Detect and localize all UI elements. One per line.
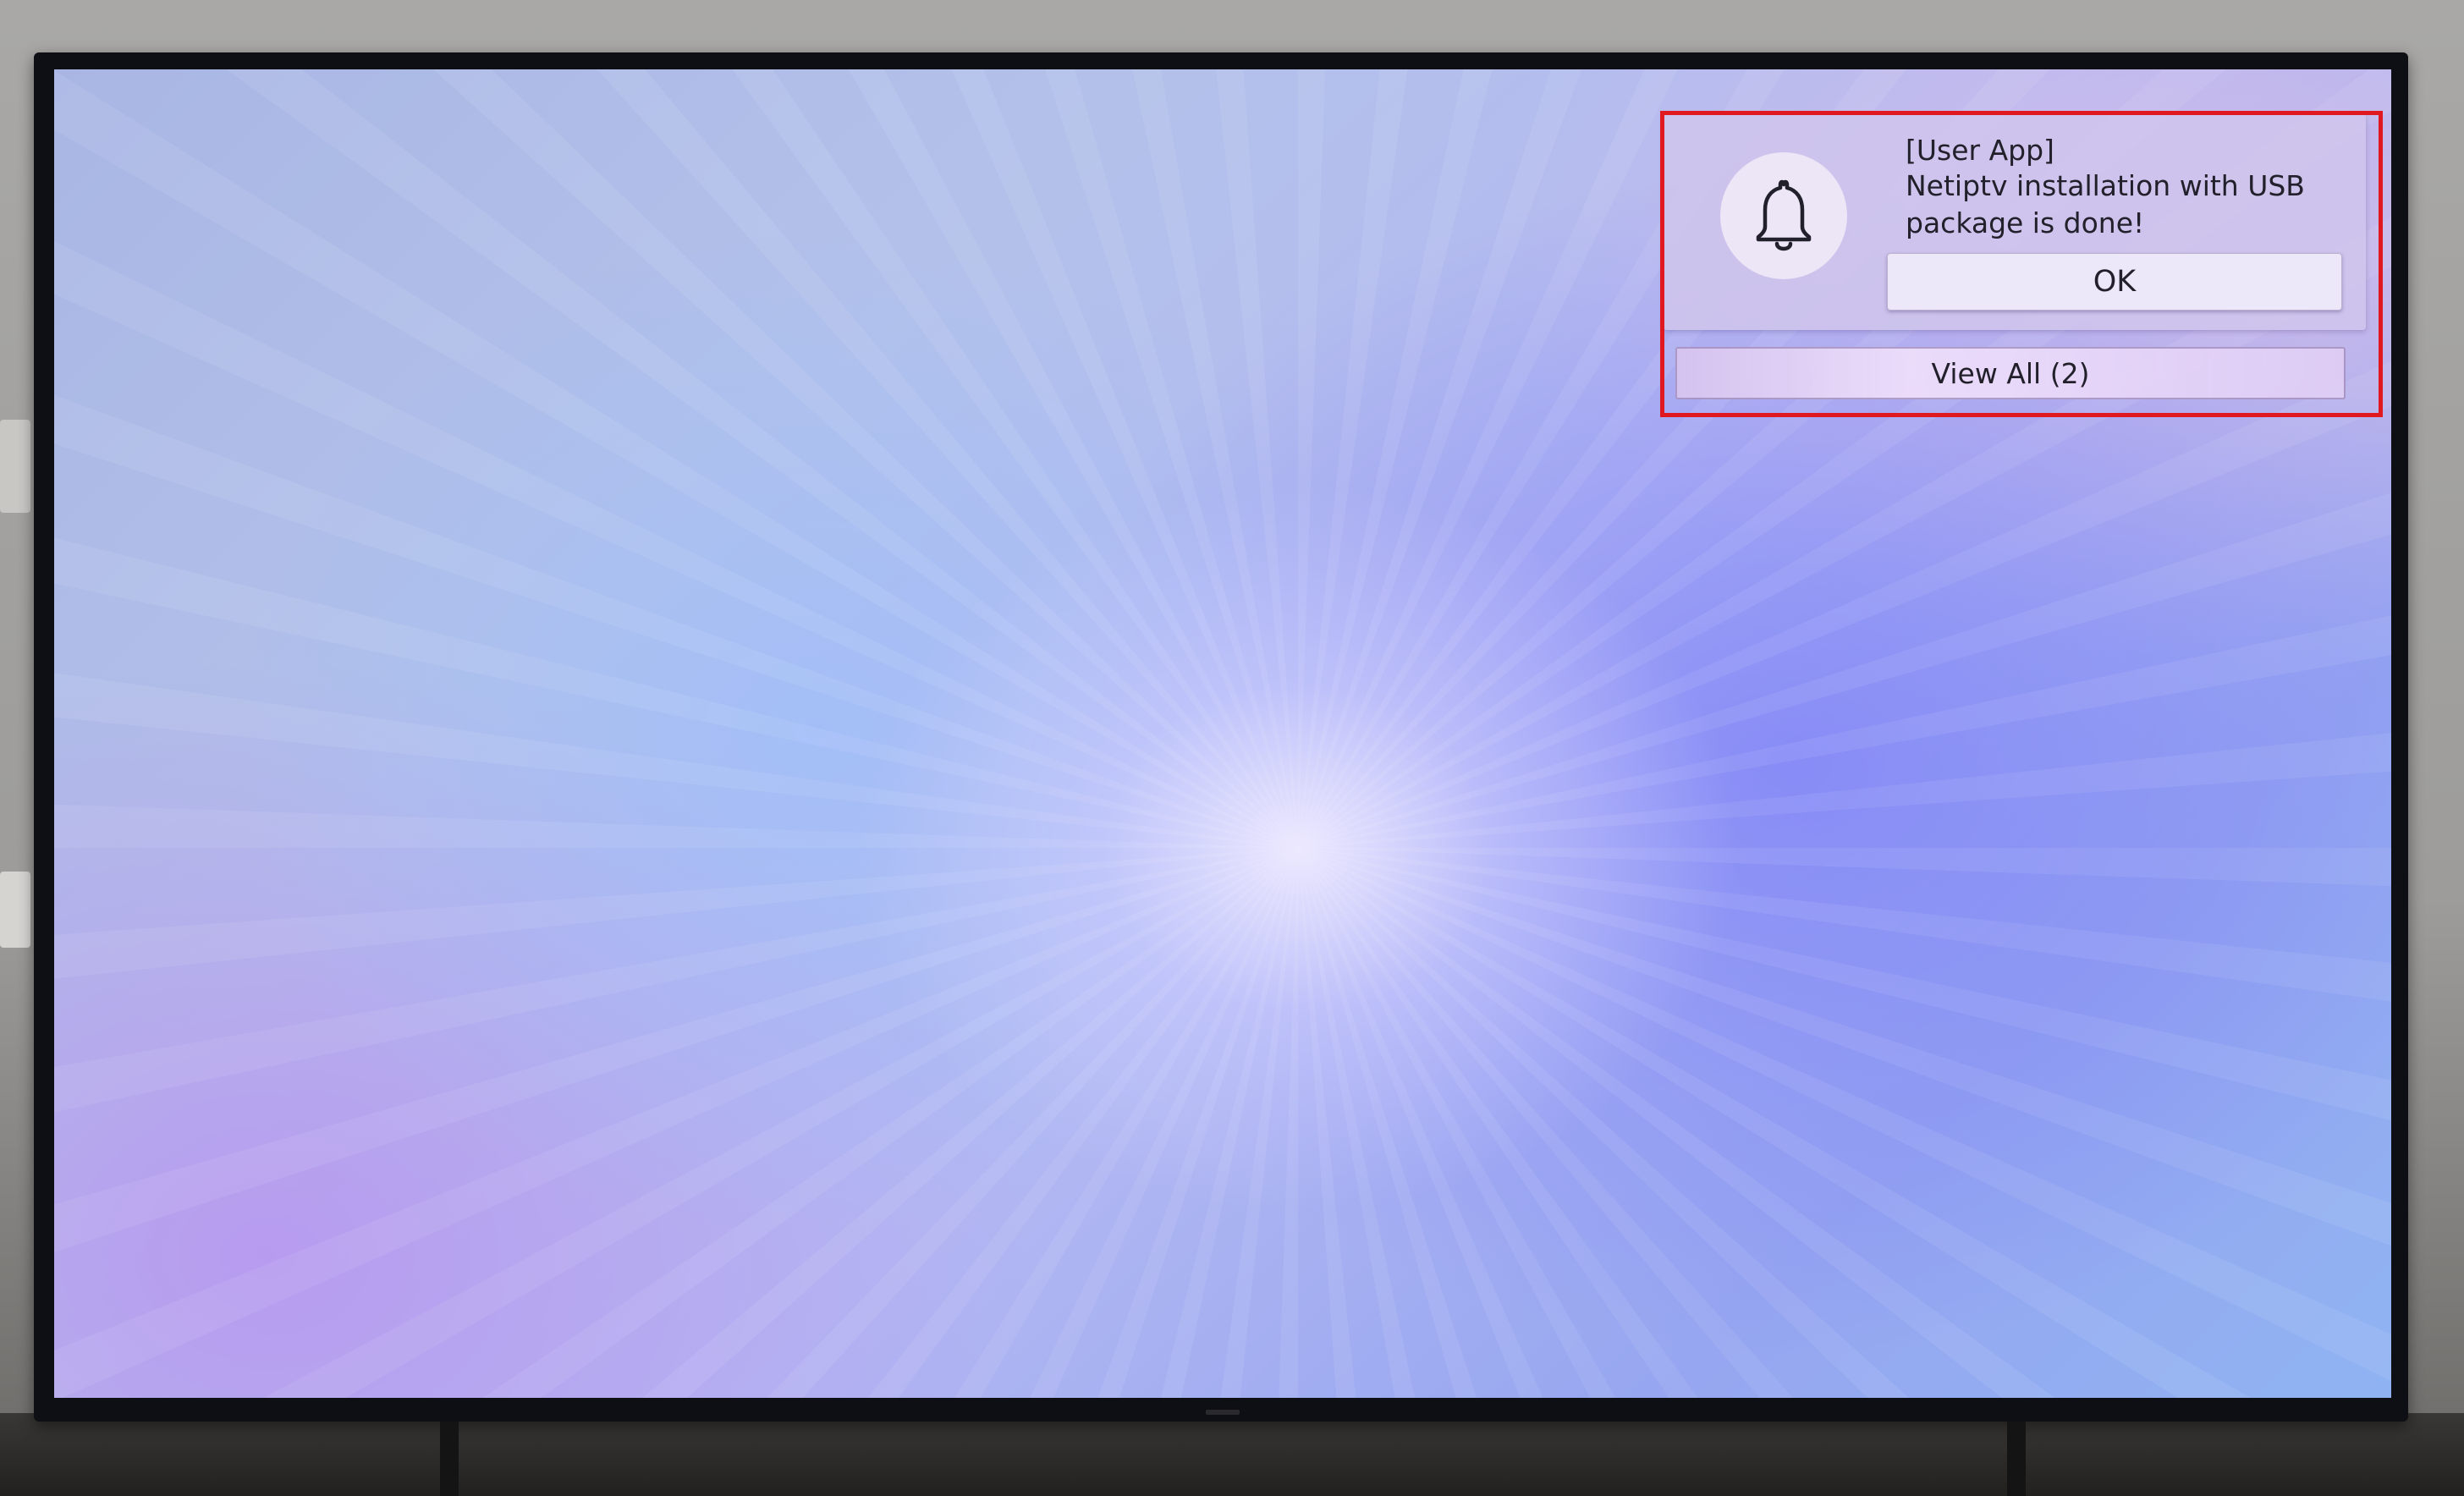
tv-stand-leg bbox=[440, 1422, 459, 1496]
tv-brand-logo bbox=[1206, 1410, 1240, 1415]
tv-stand-leg bbox=[2007, 1422, 2026, 1496]
floor bbox=[0, 1413, 2464, 1496]
highlight-box bbox=[1660, 111, 2383, 417]
wall-outlet bbox=[0, 420, 30, 513]
wall-outlet bbox=[0, 872, 30, 948]
